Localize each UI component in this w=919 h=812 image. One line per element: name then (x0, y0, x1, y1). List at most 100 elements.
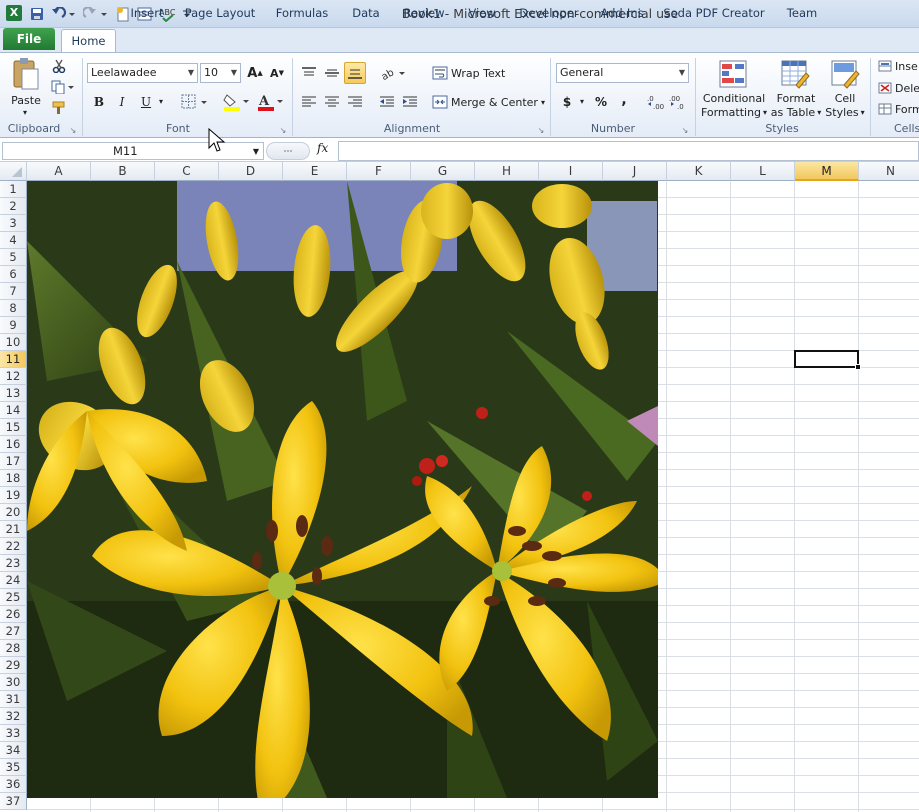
tab-formulas[interactable]: Formulas (270, 4, 334, 24)
row-header-15[interactable]: 15 (0, 419, 27, 436)
column-header-a[interactable]: A (27, 162, 91, 181)
tab-review[interactable]: Review (398, 4, 450, 24)
format-as-table-label-2[interactable]: as Table ▾ (768, 105, 824, 119)
row-header-28[interactable]: 28 (0, 640, 27, 657)
row-header-14[interactable]: 14 (0, 402, 27, 419)
column-header-e[interactable]: E (283, 162, 347, 181)
row-header-11[interactable]: 11 (0, 351, 27, 368)
delete-cells-icon[interactable] (877, 80, 893, 96)
column-header-m[interactable]: M (795, 162, 859, 181)
font-name-field[interactable]: Leelawadee ▼ (87, 63, 198, 83)
align-right-icon[interactable] (345, 92, 365, 112)
underline-button[interactable]: U (137, 92, 155, 112)
delete-cells-button[interactable]: Dele (895, 80, 919, 96)
row-header-5[interactable]: 5 (0, 249, 27, 266)
tab-data[interactable]: Data (346, 4, 386, 24)
row-header-35[interactable]: 35 (0, 759, 27, 776)
shrink-font-icon[interactable]: A ▼ (268, 63, 286, 83)
row-header-21[interactable]: 21 (0, 521, 27, 538)
column-header-d[interactable]: D (219, 162, 283, 181)
row-header-33[interactable]: 33 (0, 725, 27, 742)
row-header-27[interactable]: 27 (0, 623, 27, 640)
cell-styles-label-2[interactable]: Styles ▾ (822, 105, 868, 119)
select-all-corner[interactable] (0, 162, 27, 181)
tab-page-layout[interactable]: Page Layout (180, 4, 260, 24)
column-header-n[interactable]: N (859, 162, 919, 181)
column-header-f[interactable]: F (347, 162, 411, 181)
column-header-k[interactable]: K (667, 162, 731, 181)
clipboard-launcher-icon[interactable]: ↘ (68, 125, 78, 135)
format-as-table-icon[interactable] (778, 57, 812, 91)
row-header-8[interactable]: 8 (0, 300, 27, 317)
formula-input[interactable] (338, 141, 919, 161)
row-header-1[interactable]: 1 (0, 181, 27, 198)
row-header-23[interactable]: 23 (0, 555, 27, 572)
insert-cells-icon[interactable] (877, 58, 893, 74)
row-header-30[interactable]: 30 (0, 674, 27, 691)
column-header-j[interactable]: J (603, 162, 667, 181)
format-cells-button[interactable]: Form (895, 101, 919, 117)
row-header-4[interactable]: 4 (0, 232, 27, 249)
column-header-h[interactable]: H (475, 162, 539, 181)
conditional-formatting-icon[interactable] (716, 57, 750, 91)
row-header-9[interactable]: 9 (0, 317, 27, 334)
tab-view[interactable]: View (462, 4, 502, 24)
fill-handle[interactable] (855, 364, 861, 370)
align-top-icon[interactable] (299, 63, 319, 83)
format-painter-icon[interactable] (50, 100, 68, 116)
paste-dropdown-icon[interactable]: ▾ (20, 108, 30, 117)
currency-button[interactable]: $ (560, 92, 574, 112)
row-header-26[interactable]: 26 (0, 606, 27, 623)
underline-dropdown-icon[interactable]: ▾ (156, 96, 166, 106)
align-left-icon[interactable] (299, 92, 319, 112)
row-header-12[interactable]: 12 (0, 368, 27, 385)
currency-dropdown-icon[interactable]: ▾ (577, 96, 587, 106)
tab-home[interactable]: Home (61, 29, 116, 53)
align-bottom-icon[interactable] (344, 62, 366, 84)
tab-team[interactable]: Team (780, 4, 824, 24)
row-header-22[interactable]: 22 (0, 538, 27, 555)
row-header-37[interactable]: 37 (0, 793, 27, 810)
column-header-i[interactable]: I (539, 162, 603, 181)
row-header-6[interactable]: 6 (0, 266, 27, 283)
row-header-18[interactable]: 18 (0, 470, 27, 487)
row-header-24[interactable]: 24 (0, 572, 27, 589)
tab-insert[interactable]: Insert (122, 4, 172, 24)
align-center-icon[interactable] (322, 92, 342, 112)
align-middle-icon[interactable] (322, 63, 342, 83)
conditional-formatting-label-1[interactable]: Conditional (700, 92, 768, 105)
merge-center-icon[interactable] (430, 92, 450, 112)
paste-icon[interactable] (10, 56, 42, 92)
percent-button[interactable]: % (592, 92, 610, 112)
row-header-16[interactable]: 16 (0, 436, 27, 453)
lily-photo-image[interactable] (27, 181, 658, 798)
row-header-10[interactable]: 10 (0, 334, 27, 351)
cell-styles-icon[interactable] (828, 57, 862, 91)
column-header-g[interactable]: G (411, 162, 475, 181)
font-color-icon[interactable]: A (256, 92, 286, 112)
wrap-text-icon[interactable] (430, 63, 450, 83)
font-size-field[interactable]: 10 ▼ (200, 63, 241, 83)
row-header-31[interactable]: 31 (0, 691, 27, 708)
tab-developer[interactable]: Developer (514, 4, 584, 24)
row-header-17[interactable]: 17 (0, 453, 27, 470)
row-header-32[interactable]: 32 (0, 708, 27, 725)
increase-decimal-icon[interactable]: .0.00 (646, 92, 666, 112)
copy-icon[interactable] (50, 79, 76, 95)
grow-font-icon[interactable]: A ▲ (246, 63, 264, 83)
format-as-table-label-1[interactable]: Format (768, 92, 824, 105)
cell-styles-label-1[interactable]: Cell (826, 92, 864, 105)
number-format-field[interactable]: General ▼ (556, 63, 689, 83)
column-header-l[interactable]: L (731, 162, 795, 181)
decrease-decimal-icon[interactable]: .00.0 (668, 92, 688, 112)
row-header-34[interactable]: 34 (0, 742, 27, 759)
row-header-7[interactable]: 7 (0, 283, 27, 300)
fill-color-icon[interactable] (222, 92, 252, 112)
increase-indent-icon[interactable] (400, 92, 420, 112)
font-launcher-icon[interactable]: ↘ (278, 125, 288, 135)
row-header-2[interactable]: 2 (0, 198, 27, 215)
bold-button[interactable]: B (90, 92, 108, 112)
column-header-b[interactable]: B (91, 162, 155, 181)
row-header-29[interactable]: 29 (0, 657, 27, 674)
format-cells-icon[interactable] (877, 101, 893, 117)
